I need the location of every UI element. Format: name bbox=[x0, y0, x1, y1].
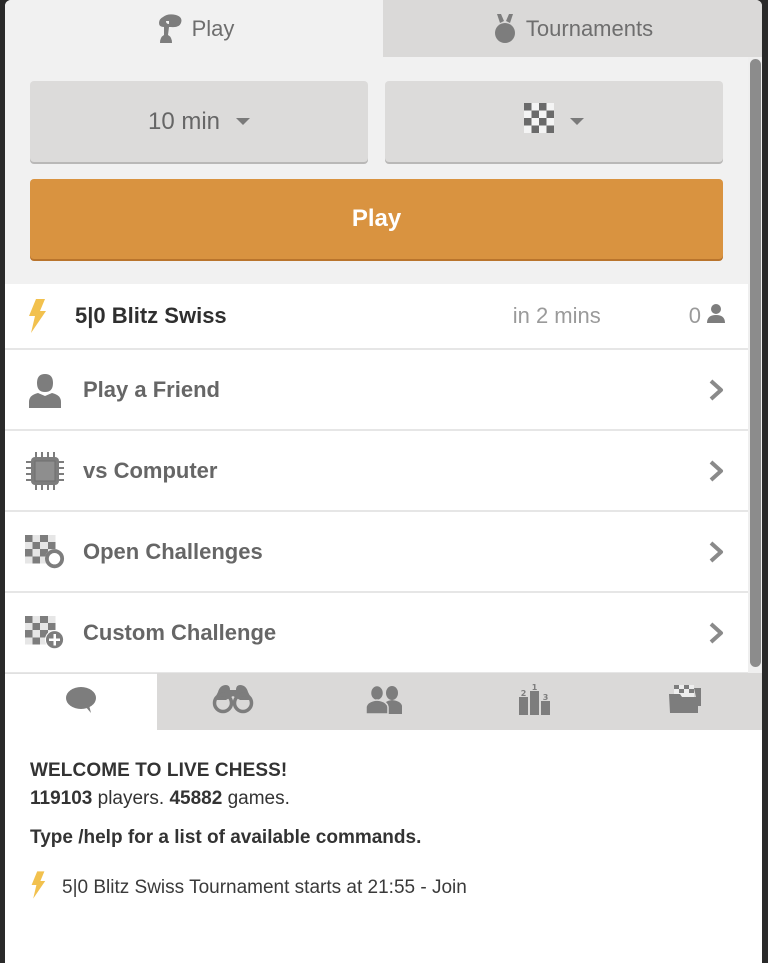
chevron-down-icon bbox=[236, 118, 251, 125]
tab-play-label: Play bbox=[191, 15, 235, 41]
top-tabs: Play Tournaments bbox=[5, 0, 762, 57]
tab-players[interactable] bbox=[308, 673, 459, 730]
player-count-value: 0 bbox=[688, 303, 701, 328]
menu-item-label: Play a Friend bbox=[83, 376, 220, 402]
menu-item-vs-computer[interactable]: vs Computer bbox=[5, 431, 748, 512]
variant-dropdown[interactable] bbox=[385, 81, 723, 162]
scrollbar-thumb[interactable] bbox=[750, 59, 761, 667]
bottom-tabs: 1 2 3 bbox=[5, 673, 762, 730]
people-icon bbox=[364, 684, 403, 719]
tab-leaderboard[interactable]: 1 2 3 bbox=[459, 673, 610, 730]
games-label: games. bbox=[222, 788, 290, 809]
menu-item-play-friend[interactable]: Play a Friend bbox=[5, 350, 748, 431]
tab-play[interactable]: Play bbox=[5, 0, 383, 57]
tab-chat[interactable] bbox=[5, 673, 157, 730]
svg-text:3: 3 bbox=[542, 693, 548, 702]
welcome-message: WELCOME TO LIVE CHESS! bbox=[30, 760, 288, 781]
tournament-notice[interactable]: 5|0 Blitz Swiss Tournament starts at 21:… bbox=[30, 871, 730, 905]
lightning-bolt-icon bbox=[30, 871, 46, 905]
live-chess-panel: Play Tournaments 10 min Play 5|0 Blitz S… bbox=[5, 0, 762, 963]
quick-play-panel: 10 min Play bbox=[5, 57, 748, 284]
time-control-value: 10 min bbox=[147, 107, 221, 135]
person-icon bbox=[707, 303, 725, 329]
chat-bubble-icon bbox=[65, 686, 97, 719]
help-message: Type /help for a list of available comma… bbox=[30, 827, 422, 848]
play-options-list: 5|0 Blitz Swiss in 2 mins 0 Play a Frien… bbox=[5, 284, 748, 674]
tournament-player-count: 0 bbox=[689, 303, 725, 329]
menu-item-label: vs Computer bbox=[83, 457, 218, 483]
board-circle-icon bbox=[25, 532, 65, 572]
board-plus-icon bbox=[25, 613, 65, 653]
menu-item-label: Custom Challenge bbox=[83, 619, 277, 645]
lightning-bolt-icon bbox=[25, 296, 49, 336]
server-stats: 119103 players. 45882 games. bbox=[30, 788, 730, 810]
medal-icon bbox=[492, 13, 518, 45]
players-count: 119103 bbox=[30, 788, 93, 809]
chevron-right-icon bbox=[709, 379, 723, 400]
chevron-right-icon bbox=[709, 460, 723, 481]
scrollbar[interactable] bbox=[748, 57, 762, 674]
chevron-right-icon bbox=[709, 622, 723, 643]
time-control-dropdown[interactable]: 10 min bbox=[30, 81, 368, 162]
chevron-down-icon bbox=[570, 118, 584, 125]
upcoming-tournament-row[interactable]: 5|0 Blitz Swiss in 2 mins 0 bbox=[5, 284, 748, 350]
players-label: players. bbox=[92, 788, 170, 809]
menu-item-open-challenges[interactable]: Open Challenges bbox=[5, 512, 748, 593]
menu-item-custom-challenge[interactable]: Custom Challenge bbox=[5, 593, 748, 674]
tab-tournaments[interactable]: Tournaments bbox=[383, 0, 762, 57]
folder-board-icon bbox=[668, 684, 704, 719]
chevron-right-icon bbox=[709, 541, 723, 562]
person-icon bbox=[25, 370, 65, 410]
tournament-start-time: in 2 mins bbox=[512, 303, 601, 328]
chat-messages: WELCOME TO LIVE CHESS! 119103 players. 4… bbox=[30, 760, 730, 905]
svg-text:2: 2 bbox=[520, 689, 526, 698]
games-count: 45882 bbox=[169, 788, 223, 809]
binoculars-icon bbox=[212, 684, 254, 719]
menu-item-label: Open Challenges bbox=[83, 538, 263, 564]
svg-text:1: 1 bbox=[531, 683, 537, 692]
tab-archive[interactable] bbox=[610, 673, 761, 730]
tournament-name: 5|0 Blitz Swiss bbox=[75, 303, 227, 328]
podium-icon: 1 2 3 bbox=[518, 683, 551, 720]
tab-watch[interactable] bbox=[157, 673, 308, 730]
chessboard-icon bbox=[524, 103, 554, 140]
tab-tournaments-label: Tournaments bbox=[525, 15, 654, 41]
cpu-chip-icon bbox=[25, 451, 65, 491]
tournament-notice-text[interactable]: 5|0 Blitz Swiss Tournament starts at 21:… bbox=[62, 877, 467, 899]
play-button[interactable]: Play bbox=[30, 179, 723, 259]
pawn-play-icon bbox=[154, 13, 184, 45]
